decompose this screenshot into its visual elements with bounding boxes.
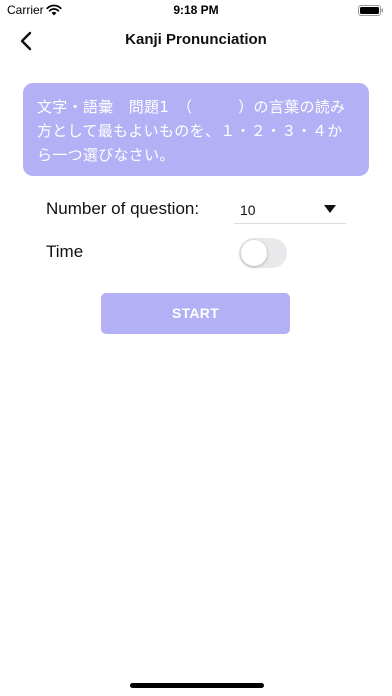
instruction-text: 文字・語彙 問題1 （ ）の言葉の読み方として最もよいものを、１・２・３・４から… (37, 98, 346, 164)
start-button[interactable]: START (101, 293, 290, 334)
nav-bar: Kanji Pronunciation (0, 22, 392, 60)
screen: Carrier 9:18 PM Kanji Pronunciation 文字・語… (0, 0, 392, 696)
dropdown-arrow-icon (324, 205, 336, 213)
page-title: Kanji Pronunciation (125, 31, 267, 48)
status-time: 9:18 PM (173, 3, 219, 17)
instruction-card: 文字・語彙 問題1 （ ）の言葉の読み方として最もよいものを、１・２・３・４から… (23, 83, 369, 176)
number-of-question-label: Number of question: (46, 199, 200, 218)
home-indicator (130, 683, 264, 688)
time-toggle[interactable] (239, 238, 287, 268)
question-count-select[interactable]: 10 (234, 195, 346, 224)
status-bar: Carrier 9:18 PM (0, 0, 392, 22)
question-count-value: 10 (240, 202, 256, 218)
toggle-knob (241, 240, 267, 266)
battery-icon (358, 5, 383, 16)
time-label: Time (46, 242, 84, 261)
